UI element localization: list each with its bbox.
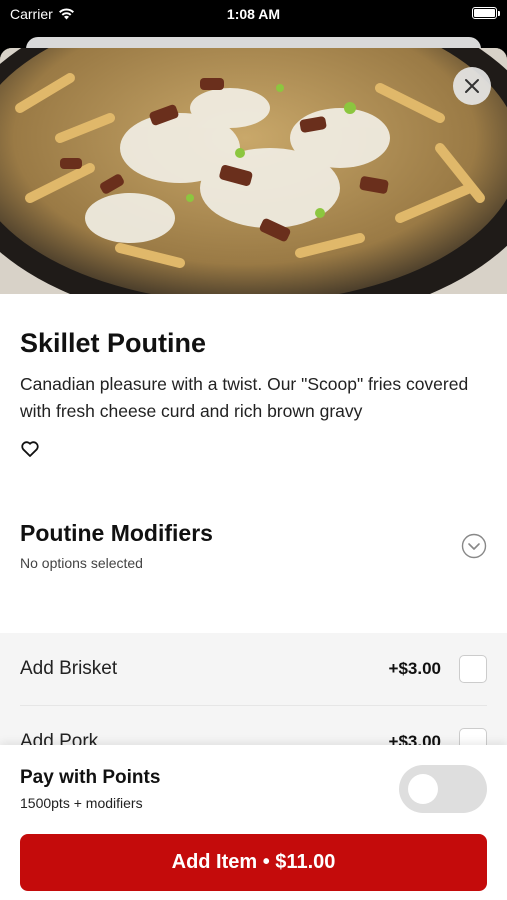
- option-checkbox[interactable]: [459, 655, 487, 683]
- chevron-down-circle-icon[interactable]: [461, 533, 487, 559]
- item-photo: [0, 48, 507, 294]
- item-title: Skillet Poutine: [20, 328, 207, 358]
- pay-with-points-title: Pay with Points: [20, 767, 161, 788]
- checkout-bar: Pay with Points 1500pts + modifiers Add …: [0, 745, 507, 900]
- battery-icon: [472, 7, 500, 19]
- heart-outline-icon[interactable]: [20, 439, 40, 459]
- option-row-brisket[interactable]: Add Brisket +$3.00: [20, 633, 487, 706]
- close-button[interactable]: [453, 67, 491, 105]
- pay-with-points-toggle[interactable]: [399, 765, 487, 813]
- screen: Carrier 1:08 AM Skillet Poutine Canadian…: [0, 0, 507, 900]
- add-item-button[interactable]: Add Item • $11.00: [20, 834, 487, 891]
- item-description: Canadian pleasure with a twist. Our "Sco…: [20, 374, 469, 421]
- option-price: +$3.00: [388, 659, 441, 678]
- toggle-knob: [408, 774, 438, 804]
- poutine-photo-illustration: [0, 48, 507, 294]
- modifiers-title: Poutine Modifiers: [20, 520, 213, 546]
- pay-with-points-subtitle: 1500pts + modifiers: [20, 795, 143, 811]
- close-icon: [465, 79, 479, 93]
- option-label: Add Brisket: [20, 658, 118, 679]
- item-detail-sheet: Skillet Poutine Canadian pleasure with a…: [0, 48, 507, 900]
- status-time: 1:08 AM: [226, 6, 281, 22]
- status-bar: Carrier 1:08 AM: [0, 0, 507, 30]
- modifiers-subtitle: No options selected: [20, 555, 143, 571]
- modifiers-header[interactable]: Poutine Modifiers No options selected: [0, 519, 507, 581]
- item-info: Skillet Poutine Canadian pleasure with a…: [0, 294, 507, 459]
